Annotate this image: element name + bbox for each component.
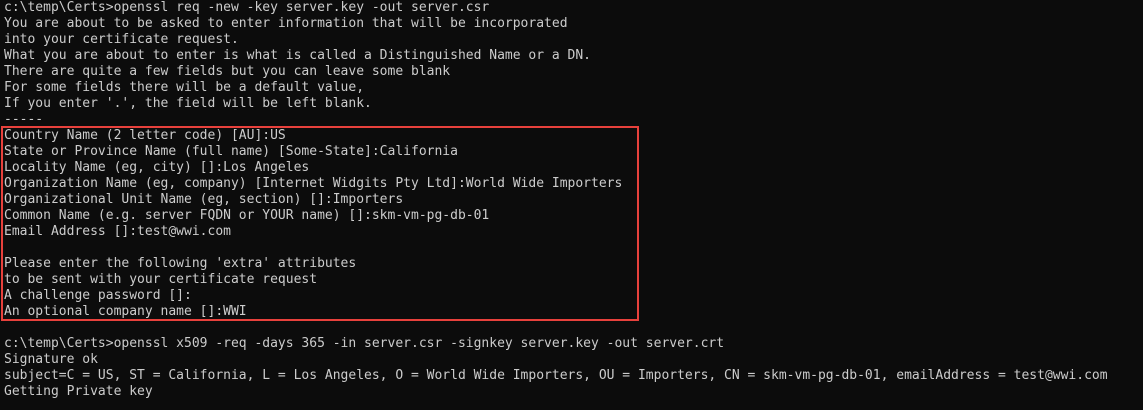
common-name-prompt: Common Name (e.g. server FQDN or YOUR na… [4, 208, 490, 223]
command-line-x509: c:\temp\Certs>openssl x509 -req -days 36… [4, 336, 725, 351]
country-name-prompt: Country Name (2 letter code) [AU]:US [4, 128, 286, 143]
organizational-unit-prompt: Organizational Unit Name (eg, section) [… [4, 192, 404, 207]
output-line: Getting Private key [4, 384, 153, 399]
email-address-prompt: Email Address []:test@wwi.com [4, 224, 231, 239]
organization-name-prompt: Organization Name (eg, company) [Interne… [4, 176, 623, 191]
state-name-prompt: State or Province Name (full name) [Some… [4, 144, 458, 159]
output-line: into your certificate request. [4, 32, 239, 47]
output-line: Signature ok [4, 352, 98, 367]
company-name-prompt: An optional company name []:WWI [4, 304, 247, 319]
challenge-password-prompt: A challenge password []: [4, 288, 192, 303]
command-line-req: c:\temp\Certs>openssl req -new -key serv… [4, 0, 490, 15]
locality-name-prompt: Locality Name (eg, city) []:Los Angeles [4, 160, 310, 175]
output-line: to be sent with your certificate request [4, 272, 318, 287]
output-line: Please enter the following 'extra' attri… [4, 256, 357, 271]
output-line: You are about to be asked to enter infor… [4, 16, 568, 31]
output-line: What you are about to enter is what is c… [4, 48, 591, 63]
output-line: For some fields there will be a default … [4, 80, 365, 95]
terminal-window[interactable]: c:\temp\Certs>openssl req -new -key serv… [0, 0, 1143, 410]
subject-line: subject=C = US, ST = California, L = Los… [4, 368, 1108, 383]
output-line: If you enter '.', the field will be left… [4, 96, 372, 111]
output-line: There are quite a few fields but you can… [4, 64, 451, 79]
